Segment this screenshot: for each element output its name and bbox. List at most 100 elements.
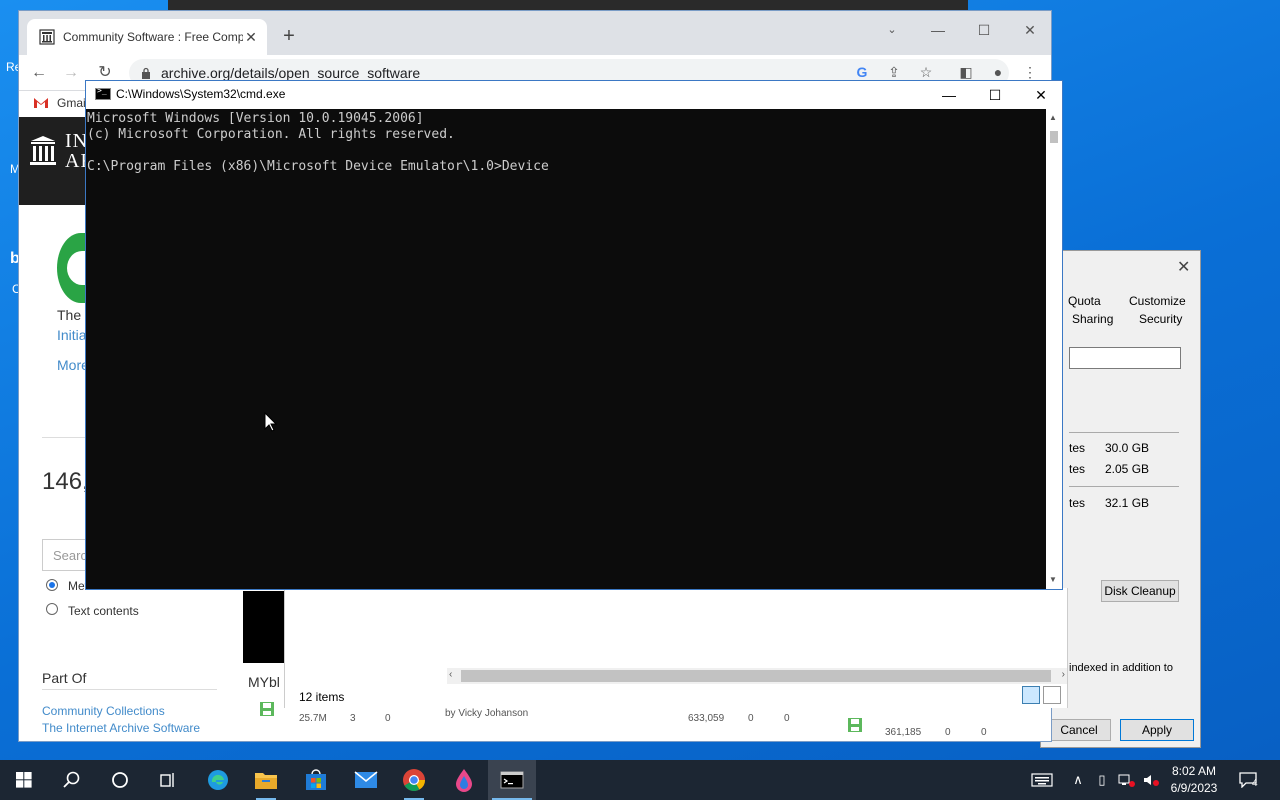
minimize-icon[interactable]: —: [926, 81, 972, 109]
cmd-window-title: C:\Windows\System32\cmd.exe: [116, 87, 286, 101]
clock-time: 8:02 AM: [1171, 764, 1217, 778]
maximize-icon[interactable]: ☐: [972, 81, 1018, 109]
capacity-value: 32.1 GB: [1105, 496, 1150, 510]
free-space-value: 2.05 GB: [1105, 462, 1150, 476]
item-title[interactable]: MYbl: [248, 674, 280, 690]
divider: [1069, 486, 1179, 487]
item-reviews: 0: [981, 727, 987, 738]
item-favorites: 0: [945, 727, 951, 738]
scroll-down-icon[interactable]: ▼: [1049, 575, 1057, 584]
close-window-icon[interactable]: ✕: [1018, 81, 1064, 109]
cmd-titlebar[interactable]: C:\Windows\System32\cmd.exe — ☐ ✕: [86, 81, 1062, 109]
tab-security[interactable]: Security: [1139, 312, 1182, 326]
chevron-up-icon[interactable]: ∧: [1068, 760, 1088, 800]
scrollbar-thumb[interactable]: [461, 670, 1051, 682]
terminal-icon: [500, 771, 524, 789]
part-of-link[interactable]: The Internet Archive Software: [42, 721, 200, 735]
close-window-icon[interactable]: ✕: [1007, 15, 1051, 45]
task-view-button[interactable]: [144, 760, 192, 800]
drive-label-field[interactable]: [1069, 347, 1181, 369]
minimize-icon[interactable]: —: [915, 15, 961, 45]
metadata-radio[interactable]: [46, 579, 58, 591]
cmd-taskbar-button[interactable]: [488, 760, 536, 800]
tab-title: Community Software : Free Computer: [63, 30, 243, 44]
chrome-taskbar-button[interactable]: [390, 760, 438, 800]
item-favorites: 0: [748, 713, 754, 724]
item-views: 361,185: [885, 727, 922, 738]
tab-customize[interactable]: Customize: [1129, 294, 1186, 308]
command-prompt-window: C:\Windows\System32\cmd.exe — ☐ ✕ Micros…: [85, 80, 1063, 590]
divider: [42, 689, 217, 690]
task-view-icon: [160, 773, 174, 787]
scroll-up-icon[interactable]: ▲: [1049, 113, 1057, 122]
vertical-scrollbar[interactable]: ▲ ▼: [1046, 109, 1062, 589]
new-tab-icon[interactable]: +: [277, 25, 301, 49]
item-views: 633,059: [688, 713, 725, 724]
internet-archive-logo-icon[interactable]: [29, 135, 57, 167]
windows-logo-icon: [16, 772, 32, 788]
item-author: by Vicky Johanson: [445, 708, 529, 719]
search-icon: [63, 771, 80, 788]
touch-keyboard-icon[interactable]: [1028, 760, 1056, 800]
bookmark-gmail[interactable]: Gmail: [33, 96, 88, 110]
background-window-strip: [168, 0, 968, 10]
taskbar: ∧ ▯ 8:02 AM 6/9/2023 4: [0, 760, 1280, 800]
indexing-text: indexed in addition to: [1069, 662, 1173, 674]
disk-cleanup-button[interactable]: Disk Cleanup: [1101, 580, 1179, 602]
search-button[interactable]: [48, 760, 96, 800]
mail-icon: [354, 771, 378, 788]
console-output[interactable]: Microsoft Windows [Version 10.0.19045.20…: [86, 109, 1046, 589]
item-thumbnail[interactable]: [243, 591, 285, 663]
details-view-icon[interactable]: [1022, 686, 1040, 704]
notification-count-badge: 4: [1252, 778, 1258, 789]
forward-icon[interactable]: →: [59, 61, 83, 85]
mail-taskbar-button[interactable]: [342, 760, 390, 800]
console-line: (c) Microsoft Corporation. All rights re…: [87, 127, 455, 142]
part-of-heading: Part Of: [42, 670, 87, 686]
large-icons-view-icon[interactable]: [1043, 686, 1061, 704]
file-explorer-taskbar-button[interactable]: [242, 760, 290, 800]
back-icon[interactable]: ←: [27, 61, 51, 85]
description-link[interactable]: Initia: [57, 327, 87, 343]
scrollbar-thumb[interactable]: [1050, 131, 1058, 143]
chrome-icon: [403, 769, 425, 791]
store-taskbar-button[interactable]: [292, 760, 340, 800]
text-contents-label: Text contents: [68, 604, 139, 618]
scroll-right-icon[interactable]: ›: [1062, 669, 1065, 680]
edge-taskbar-button[interactable]: [194, 760, 242, 800]
lock-icon: [142, 67, 150, 79]
network-icon[interactable]: [1116, 760, 1138, 800]
maximize-icon[interactable]: ☐: [961, 15, 1007, 45]
scroll-left-icon[interactable]: ‹: [449, 669, 452, 680]
item-count-status: 12 items: [299, 690, 345, 704]
clock-date: 6/9/2023: [1170, 781, 1218, 795]
console-line: Microsoft Windows [Version 10.0.19045.20…: [87, 111, 424, 126]
mouse-pointer-icon: [264, 411, 278, 432]
volume-muted-icon[interactable]: [1140, 760, 1162, 800]
apply-button[interactable]: Apply: [1120, 719, 1194, 741]
close-tab-icon[interactable]: ✕: [243, 29, 259, 46]
text-contents-radio[interactable]: [46, 603, 58, 615]
horizontal-scrollbar[interactable]: ‹ ›: [447, 668, 1067, 684]
part-of-link[interactable]: Community Collections: [42, 704, 165, 718]
system-clock[interactable]: 8:02 AM 6/9/2023: [1166, 763, 1222, 797]
cancel-button[interactable]: Cancel: [1047, 719, 1111, 741]
store-icon: [306, 769, 326, 790]
tab-sharing[interactable]: Sharing: [1072, 312, 1113, 326]
cortana-button[interactable]: [96, 760, 144, 800]
close-icon[interactable]: ✕: [1177, 257, 1190, 277]
url-text: archive.org/details/open_source_software: [161, 65, 421, 81]
browser-tab[interactable]: Community Software : Free Computer ✕: [27, 19, 267, 55]
tab-search-icon[interactable]: ⌄: [869, 15, 915, 45]
cmd-icon: [95, 86, 111, 100]
bookmark-label: Gmail: [57, 96, 89, 110]
folder-icon: [255, 773, 277, 789]
device-icon[interactable]: ▯: [1092, 760, 1112, 800]
tab-quota[interactable]: Quota: [1068, 294, 1101, 308]
used-space-value: 30.0 GB: [1105, 441, 1150, 455]
gmail-icon: [34, 98, 48, 108]
paint-taskbar-button[interactable]: [440, 760, 488, 800]
console-line: C:\Program Files (x86)\Microsoft Device …: [87, 159, 549, 174]
start-button[interactable]: [0, 760, 48, 800]
free-space-label: tes: [1069, 462, 1086, 476]
